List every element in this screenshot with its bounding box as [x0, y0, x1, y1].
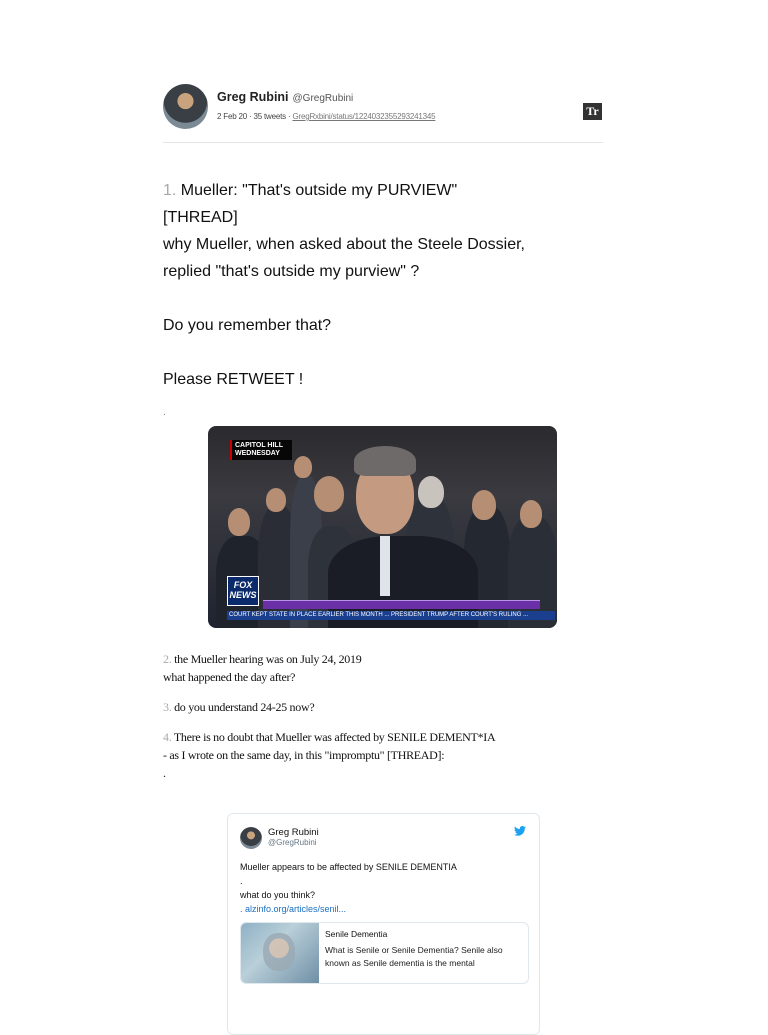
thread-meta: 2 Feb 20 · 35 tweets · — [217, 112, 293, 121]
tweet-2-line-2: what happened the day after? — [163, 670, 296, 684]
tweet-4-line-1: 4. There is no doubt that Mueller was af… — [163, 730, 496, 744]
tweet-4-line-3: . — [163, 766, 166, 780]
author-meta: 2 Feb 20 · 35 tweets · GregRxbini/status… — [217, 112, 436, 121]
link-preview-title: Senile Dementia — [325, 929, 388, 939]
embed-article-link[interactable]: . alzinfo.org/articles/senil... — [240, 902, 530, 916]
author-avatar[interactable] — [163, 84, 208, 129]
embed-tweet-text: Mueller appears to be affected by SENILE… — [240, 860, 530, 916]
tweet-number: 1. — [163, 182, 177, 199]
embedded-tweet-card[interactable]: Greg Rubini @GregRubini Mueller appears … — [227, 813, 540, 1035]
tweet-1-line-3: why Mueller, when asked about the Steele… — [163, 236, 525, 253]
video-location-label: CAPITOL HILL WEDNESDAY — [230, 440, 292, 460]
tweet-1-line-5: Do you remember that? — [163, 317, 332, 334]
tweet-3-line-1: 3. do you understand 24-25 now? — [163, 700, 315, 714]
tweet-1-dot: . — [163, 407, 166, 418]
tweets-2-4: 2. the Mueller hearing was on July 24, 2… — [163, 650, 603, 782]
embed-author-handle: @GregRubini — [268, 838, 317, 847]
author-name[interactable]: Greg Rubini @GregRubini — [217, 90, 353, 104]
news-ticker: COURT KEPT STATE IN PLACE EARLIER THIS M… — [227, 611, 555, 620]
tweet-1-line-2: [THREAD] — [163, 209, 238, 226]
embed-author-name: Greg Rubini — [268, 827, 319, 838]
fox-news-logo: FOX NEWS — [227, 576, 259, 606]
author-name-text: Greg Rubini — [217, 90, 289, 104]
embed-avatar — [240, 827, 262, 849]
link-preview-card[interactable]: Senile Dementia What is Senile or Senile… — [240, 922, 529, 984]
tweet-2-line-1: 2. the Mueller hearing was on July 24, 2… — [163, 652, 362, 666]
video-thumbnail[interactable]: CAPITOL HILL WEDNESDAY FOX NEWS COURT KE… — [208, 426, 557, 628]
author-handle: @GregRubini — [292, 93, 354, 104]
threadreader-badge[interactable]: Tr — [583, 103, 602, 120]
embed-line-3: what do you think? — [240, 890, 316, 900]
thread-source-link[interactable]: GregRxbini/status/1224032355293241345 — [292, 112, 435, 121]
tweet-1-line-4: replied "that's outside my purview" ? — [163, 263, 420, 280]
tweet-1-line-6: Please RETWEET ! — [163, 371, 304, 388]
embed-line-2: . — [240, 876, 243, 886]
twitter-bird-icon — [514, 826, 526, 836]
tweet-4-line-2: - as I wrote on the same day, in this "i… — [163, 748, 445, 762]
tweet-1: 1. Mueller: "That's outside my PURVIEW" … — [163, 177, 583, 418]
header-divider — [163, 142, 603, 143]
tweet-1-line-1: 1. Mueller: "That's outside my PURVIEW" — [163, 182, 458, 199]
link-preview-image — [241, 923, 319, 983]
video-lower-third — [263, 600, 540, 609]
link-preview-description: What is Senile or Senile Dementia? Senil… — [325, 945, 503, 968]
embed-line-1: Mueller appears to be affected by SENILE… — [240, 862, 457, 872]
